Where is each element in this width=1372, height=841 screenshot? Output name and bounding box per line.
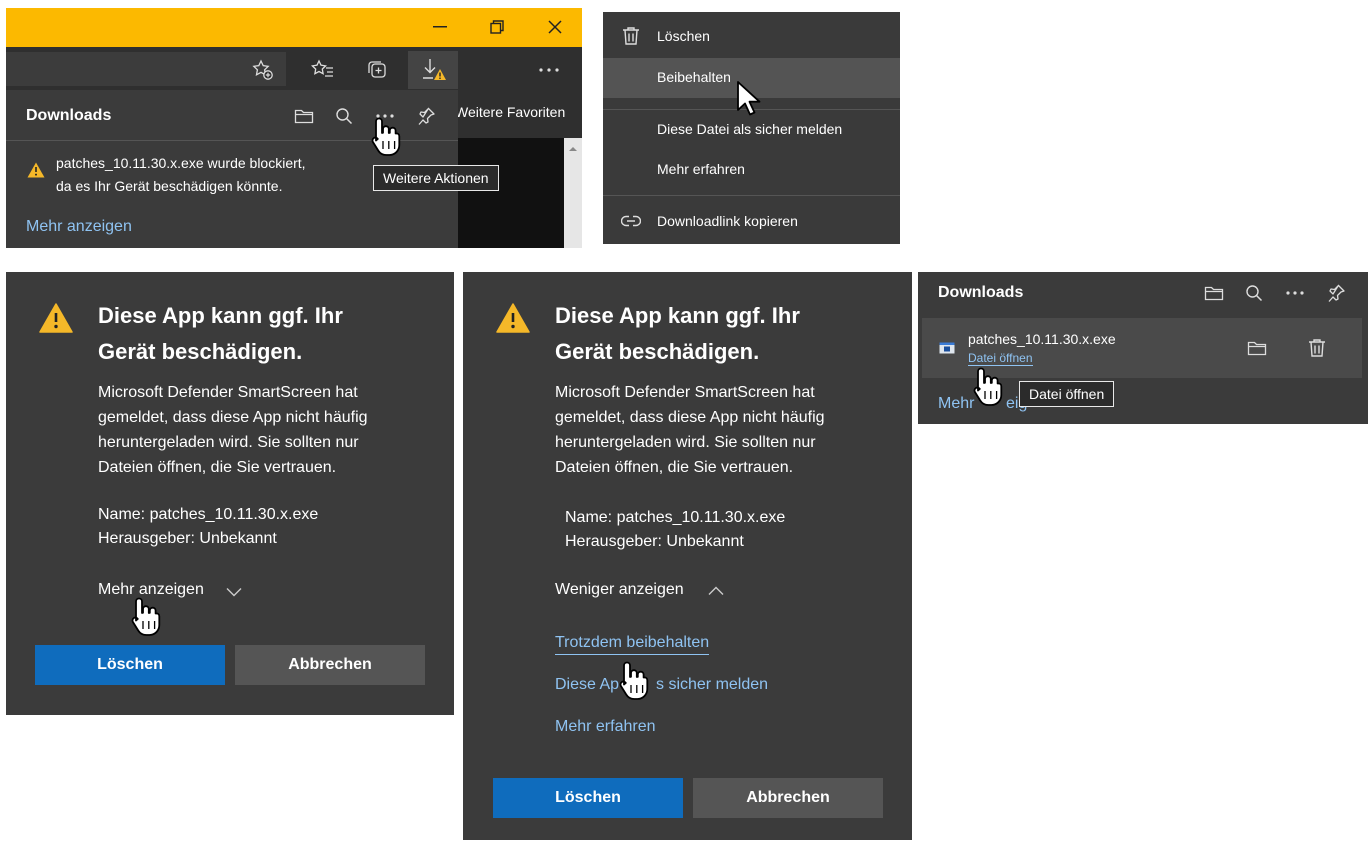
file-name: patches_10.11.30.x.exe bbox=[968, 331, 1116, 347]
chevron-down-icon bbox=[226, 588, 242, 597]
file-name: Name: patches_10.11.30.x.exe bbox=[98, 506, 319, 523]
dialog-message: Microsoft Defender SmartScreen hat gemel… bbox=[98, 384, 368, 476]
restore-icon[interactable] bbox=[478, 16, 516, 38]
trash-icon bbox=[621, 26, 641, 46]
downloads-flyout-kept: Downloads patches_10.11.30.x.exe Datei ö… bbox=[918, 272, 1368, 424]
publisher: Herausgeber: Unbekannt bbox=[98, 530, 277, 547]
smartscreen-dialog-collapsed: Diese App kann ggf. Ihr Gerät beschädige… bbox=[6, 272, 454, 715]
smartscreen-dialog-expanded: Diese App kann ggf. Ihr Gerät beschädige… bbox=[463, 272, 912, 840]
chevron-up-icon bbox=[708, 586, 724, 595]
menu-item-label: Löschen bbox=[657, 28, 710, 44]
more-actions-icon[interactable] bbox=[1283, 281, 1307, 305]
weitere-aktionen-tooltip: Weitere Aktionen bbox=[373, 165, 499, 191]
show-less-toggle[interactable]: Weniger anzeigen bbox=[555, 581, 735, 603]
title-bar bbox=[6, 8, 582, 47]
menu-item-mehr-erfahren[interactable]: Mehr erfahren bbox=[603, 150, 900, 190]
menu-item-downloadlink-kopieren[interactable]: Downloadlink kopieren bbox=[603, 202, 900, 242]
delete-button[interactable]: Löschen bbox=[35, 645, 225, 685]
open-folder-icon[interactable] bbox=[292, 104, 316, 128]
cancel-button[interactable]: Abbrechen bbox=[235, 645, 425, 685]
learn-more-link[interactable]: Mehr erfahren bbox=[555, 718, 656, 736]
publisher: Herausgeber: Unbekannt bbox=[565, 533, 744, 550]
menu-item-label: Beibehalten bbox=[657, 69, 731, 85]
mehr-anzeigen-link-part1[interactable]: Mehr bbox=[938, 395, 974, 413]
file-name: Name: patches_10.11.30.x.exe bbox=[565, 509, 786, 526]
keep-anyway-link[interactable]: Trotzdem beibehalten bbox=[555, 634, 710, 655]
link-icon bbox=[621, 211, 641, 231]
dialog-title: Diese App kann ggf. Ihr Gerät beschädige… bbox=[555, 303, 800, 364]
download-warning-icon bbox=[420, 57, 448, 83]
warning-icon bbox=[495, 302, 531, 334]
pin-icon[interactable] bbox=[1324, 281, 1348, 305]
address-bar[interactable] bbox=[6, 52, 286, 86]
minimize-icon[interactable] bbox=[421, 16, 459, 38]
warning-icon bbox=[38, 302, 74, 334]
blocked-message-line2: da es Ihr Gerät beschädigen könnte. bbox=[56, 178, 283, 194]
menu-item-beibehalten[interactable]: Beibehalten bbox=[603, 58, 900, 98]
close-icon[interactable] bbox=[536, 16, 574, 38]
menu-item-label: Diese Datei als sicher melden bbox=[657, 121, 843, 137]
collections-icon[interactable] bbox=[364, 58, 392, 82]
search-icon[interactable] bbox=[1242, 281, 1266, 305]
scrollbar[interactable] bbox=[564, 138, 582, 248]
report-safe-link[interactable]: Diese Ap s sicher melden bbox=[555, 676, 785, 698]
page-content bbox=[458, 138, 564, 248]
report-safe-link-part2: s sicher melden bbox=[656, 676, 769, 693]
show-in-folder-icon[interactable] bbox=[1245, 336, 1269, 360]
pin-icon[interactable] bbox=[414, 104, 438, 128]
more-actions-icon[interactable] bbox=[373, 104, 397, 128]
menu-item-als-sicher-melden[interactable]: Diese Datei als sicher melden bbox=[603, 110, 900, 150]
download-item[interactable]: patches_10.11.30.x.exe Datei öffnen bbox=[922, 318, 1362, 378]
context-menu: Löschen Beibehalten Diese Datei als sich… bbox=[603, 12, 900, 244]
star-add-icon[interactable] bbox=[250, 58, 276, 82]
downloads-button[interactable] bbox=[408, 51, 458, 89]
open-file-link[interactable]: Datei öffnen bbox=[968, 351, 1033, 366]
datei-oeffnen-tooltip: Datei öffnen bbox=[1019, 381, 1115, 407]
exe-file-icon bbox=[938, 340, 956, 356]
toggle-label: Weniger anzeigen bbox=[555, 581, 684, 598]
mehr-anzeigen-link[interactable]: Mehr anzeigen bbox=[26, 218, 132, 236]
menu-separator bbox=[603, 195, 900, 196]
divider bbox=[6, 140, 458, 141]
browser-downloads-panel: Weitere Favoriten Downloads patches_10.1… bbox=[6, 8, 582, 248]
open-folder-icon[interactable] bbox=[1202, 281, 1226, 305]
dialog-title: Diese App kann ggf. Ihr Gerät beschädige… bbox=[98, 303, 343, 364]
trash-icon[interactable] bbox=[1305, 336, 1329, 360]
toggle-label: Mehr anzeigen bbox=[98, 581, 204, 598]
cancel-button[interactable]: Abbrechen bbox=[693, 778, 883, 818]
blocked-message-line1: patches_10.11.30.x.exe wurde blockiert, bbox=[56, 155, 306, 171]
show-more-toggle[interactable]: Mehr anzeigen bbox=[98, 581, 258, 603]
more-icon[interactable] bbox=[533, 58, 565, 82]
favorites-list-icon[interactable] bbox=[309, 58, 337, 82]
menu-item-label: Mehr erfahren bbox=[657, 161, 745, 177]
weitere-favoriten-link[interactable]: Weitere Favoriten bbox=[455, 104, 565, 120]
warning-icon bbox=[26, 160, 46, 180]
delete-button[interactable]: Löschen bbox=[493, 778, 683, 818]
search-icon[interactable] bbox=[332, 104, 356, 128]
dialog-message: Microsoft Defender SmartScreen hat gemel… bbox=[555, 384, 825, 476]
downloads-title: Downloads bbox=[938, 284, 1024, 301]
downloads-title: Downloads bbox=[26, 107, 112, 124]
menu-item-label: Downloadlink kopieren bbox=[657, 213, 798, 229]
report-safe-link-part1: Diese Ap bbox=[555, 676, 620, 693]
browser-toolbar bbox=[6, 47, 582, 90]
menu-item-loeschen[interactable]: Löschen bbox=[603, 17, 900, 57]
